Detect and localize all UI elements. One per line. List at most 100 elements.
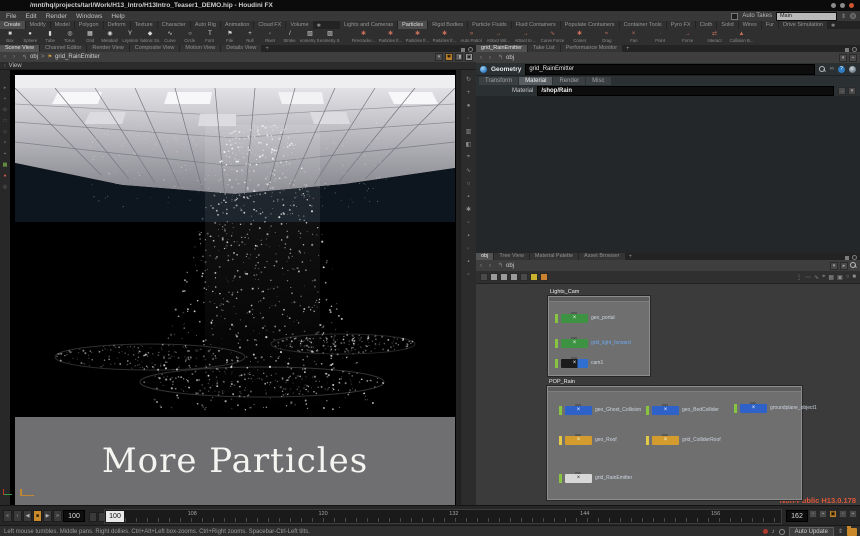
nettool-icon-5[interactable] bbox=[520, 273, 528, 281]
node-grid-rainemitter[interactable]: grid_RainEmitter bbox=[559, 473, 632, 483]
tool-force[interactable]: →Force bbox=[674, 29, 701, 45]
pin-icon[interactable]: ▪ bbox=[849, 54, 857, 62]
shelf-tab-rigid-bodies[interactable]: Rigid Bodies bbox=[428, 21, 467, 29]
pane-split-icon[interactable] bbox=[845, 48, 849, 52]
pane-tab-motion-view[interactable]: Motion View bbox=[180, 45, 220, 52]
shelf-tab-auto-rig[interactable]: Auto Rig bbox=[191, 21, 220, 29]
vrtool-icon-item[interactable]: ● bbox=[463, 100, 474, 111]
tool-fan[interactable]: ×Fan bbox=[620, 29, 647, 45]
vrtool-icon-item[interactable]: ▫ bbox=[463, 269, 474, 280]
minimize-button[interactable] bbox=[831, 3, 836, 8]
vtool-icon-item[interactable]: ● bbox=[3, 174, 6, 179]
shelf-tab-texture[interactable]: Texture bbox=[131, 21, 157, 29]
title-bar[interactable]: /mnt/hq/projects/tarl/Work/H13_Intro/H13… bbox=[0, 0, 860, 11]
node-body[interactable] bbox=[561, 314, 588, 323]
nettool-shape-icon[interactable] bbox=[540, 273, 548, 281]
path-forward-icon[interactable]: › bbox=[485, 55, 491, 61]
search-icon[interactable] bbox=[819, 66, 826, 73]
vtool-icon-item[interactable]: ▦ bbox=[3, 163, 8, 168]
nettool-right-icon-item[interactable]: ⌖ bbox=[822, 274, 825, 281]
audio-icon[interactable]: ♪ bbox=[772, 529, 775, 535]
tool-metaball[interactable]: ◉Metaball bbox=[100, 29, 120, 45]
play-reverse-button[interactable]: ◀ bbox=[23, 510, 32, 522]
tool-lsystem[interactable]: YLsystem bbox=[120, 29, 140, 45]
node-body[interactable] bbox=[740, 404, 767, 413]
vtool-icon-item[interactable]: ⌖ bbox=[4, 152, 7, 157]
nettool-right-icon-item[interactable]: ∿ bbox=[814, 274, 819, 281]
record-indicator-icon[interactable] bbox=[763, 529, 768, 534]
path-current-node[interactable]: grid_RainEmitter bbox=[55, 54, 100, 60]
pane-tab-composite-view[interactable]: Composite View bbox=[130, 45, 180, 52]
vrtool-icon-item[interactable]: ▫ bbox=[463, 217, 474, 228]
nettool-color-icon[interactable] bbox=[530, 273, 538, 281]
take-menu-icon[interactable] bbox=[850, 13, 856, 19]
play-forward-button[interactable]: ▶ bbox=[43, 510, 52, 522]
timeline-right-icon-item[interactable]: ▪ bbox=[819, 510, 827, 518]
timeline-right-icon-item[interactable]: ▫ bbox=[809, 510, 817, 518]
tool-null[interactable]: +Null bbox=[240, 29, 260, 45]
shelf-tab-populate-containers[interactable]: Populate Containers bbox=[561, 21, 619, 29]
node-geo-roof[interactable]: geo_Roof bbox=[559, 435, 617, 445]
node-name-field[interactable]: grid_RainEmitter bbox=[525, 64, 814, 75]
node-body[interactable] bbox=[652, 436, 679, 445]
shelf-tab-container-tools[interactable]: Container Tools bbox=[620, 21, 666, 29]
param-tab-misc[interactable]: Misc bbox=[586, 77, 610, 85]
shelf-tab-fluid-containers[interactable]: Fluid Containers bbox=[512, 21, 560, 29]
tool-file[interactable]: ⚑File bbox=[220, 29, 240, 45]
shelf-tab-polygon[interactable]: Polygon bbox=[75, 21, 103, 29]
shelf-tab-modify[interactable]: Modify bbox=[26, 21, 50, 29]
vrtool-icon-item[interactable]: ⌖ bbox=[463, 152, 474, 163]
vrtool-icon-item[interactable]: ∿ bbox=[463, 165, 474, 176]
pane-tab-grid-rainemitter[interactable]: grid_RainEmitter bbox=[476, 45, 527, 52]
tool-tube[interactable]: ▮Tube bbox=[40, 29, 60, 45]
menu-file[interactable]: File bbox=[6, 13, 16, 20]
param-tab-transform[interactable]: Transform bbox=[479, 77, 518, 85]
node-flag[interactable] bbox=[734, 404, 737, 413]
node-cam1[interactable]: cam1 bbox=[555, 358, 603, 368]
range-lock-icon[interactable] bbox=[89, 512, 97, 522]
node-flag[interactable] bbox=[646, 406, 649, 415]
tool-circle[interactable]: ○Circle bbox=[180, 29, 200, 45]
vtool-icon-item[interactable]: + bbox=[4, 97, 7, 102]
vrtool-icon-item[interactable]: ▪ bbox=[463, 191, 474, 202]
path-parent-icon[interactable]: ↰ bbox=[494, 262, 503, 269]
path-root[interactable]: obj bbox=[30, 54, 38, 60]
node-geo-ghost-collision[interactable]: geo_Ghost_Collision bbox=[559, 405, 641, 415]
path-dropdown-icon[interactable]: ▾ bbox=[830, 262, 838, 270]
vtool-icon-item[interactable]: ⊙ bbox=[3, 108, 7, 113]
update-mode-arrows-icon[interactable]: ⇕ bbox=[838, 528, 843, 535]
shelf-tab-lights-and-cameras[interactable]: Lights and Cameras bbox=[340, 21, 397, 29]
path-root[interactable]: obj bbox=[506, 55, 514, 61]
path-dropdown-icon[interactable]: ▾ bbox=[839, 54, 847, 62]
auto-takes-checkbox[interactable] bbox=[731, 13, 738, 20]
tool-comet[interactable]: ✱Comet bbox=[566, 29, 593, 45]
path-back-icon[interactable]: ‹ bbox=[476, 55, 482, 61]
node-flag[interactable] bbox=[555, 314, 558, 323]
shelf-tab-create[interactable]: Create bbox=[0, 21, 25, 29]
vtool-icon-item[interactable]: ▸ bbox=[4, 86, 7, 91]
param-tab-render[interactable]: Render bbox=[553, 77, 585, 85]
tool-rivet[interactable]: ◦Rivet bbox=[260, 29, 280, 45]
nettool-right-icon-item[interactable]: ⋯ bbox=[805, 274, 811, 281]
vrtool-icon-item[interactable]: ▪ bbox=[463, 256, 474, 267]
pane-tab-render-view[interactable]: Render View bbox=[87, 45, 128, 52]
node-body[interactable] bbox=[565, 474, 592, 483]
menu-help[interactable]: Help bbox=[111, 13, 124, 20]
tool-particles-fr[interactable]: ✱Particles fr... bbox=[431, 29, 458, 45]
shelf-tab-character[interactable]: Character bbox=[158, 21, 190, 29]
node-flag[interactable] bbox=[555, 339, 558, 348]
material-field[interactable]: /shop/Rain bbox=[537, 86, 834, 96]
nettool-icon-4[interactable] bbox=[510, 273, 518, 281]
path-forward-icon[interactable]: › bbox=[485, 263, 491, 269]
pane-split-icon[interactable] bbox=[845, 256, 849, 260]
path-root[interactable]: obj bbox=[506, 263, 514, 269]
pane-tab-details-view[interactable]: Details View bbox=[221, 45, 261, 52]
node-body[interactable] bbox=[565, 406, 592, 415]
pane-tab-tree-view[interactable]: Tree View bbox=[494, 253, 528, 260]
tool-font[interactable]: TFont bbox=[200, 29, 220, 45]
tool-stroke[interactable]: /Stroke bbox=[280, 29, 300, 45]
jump-end-button[interactable]: » bbox=[53, 510, 62, 522]
timeline-right-icon-item[interactable]: ▣ bbox=[829, 510, 837, 518]
shelf-tab-model[interactable]: Model bbox=[51, 21, 74, 29]
globe-icon[interactable] bbox=[849, 66, 856, 73]
